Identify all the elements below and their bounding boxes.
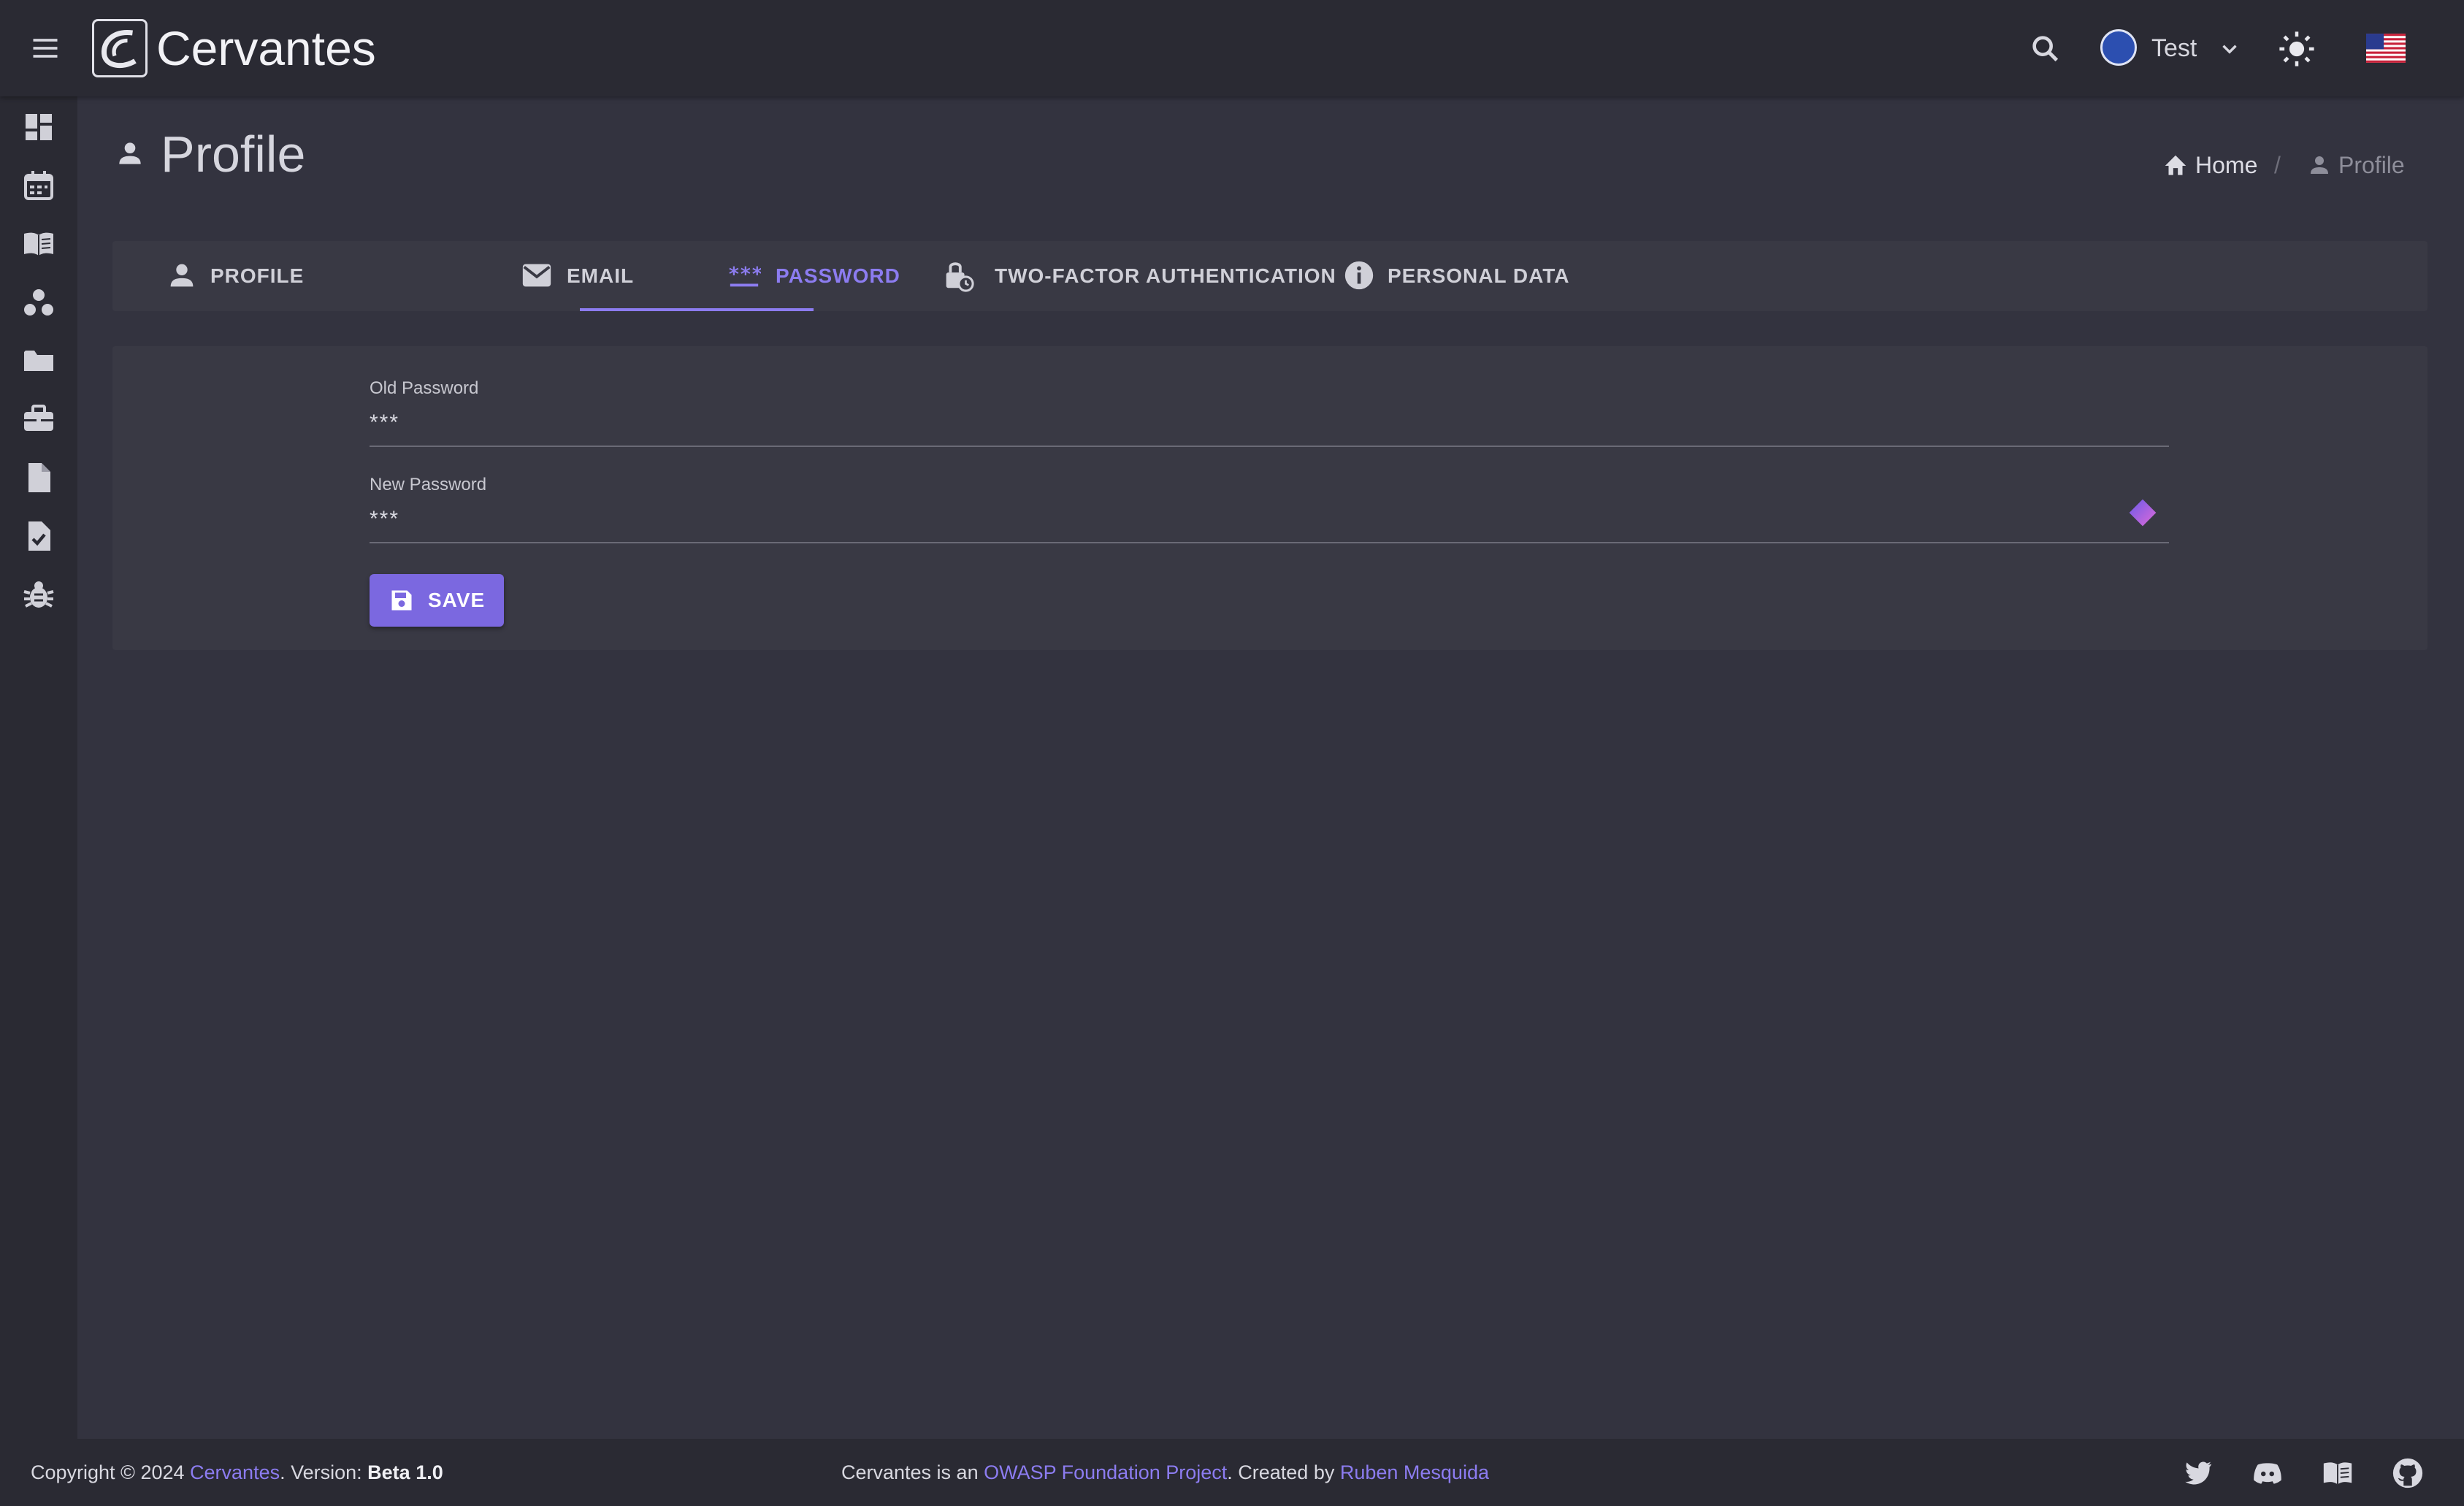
save-button-label: SAVE	[428, 589, 486, 611]
theme-toggle-icon[interactable]	[2277, 29, 2316, 69]
chevron-down-icon[interactable]	[2217, 37, 2242, 61]
created-by-text: . Created by	[1227, 1461, 1340, 1483]
new-password-input[interactable]: ***	[370, 507, 399, 532]
save-icon	[391, 590, 412, 611]
copyright-text: Copyright © 2024	[31, 1461, 191, 1483]
search-icon[interactable]	[2029, 32, 2062, 66]
sidebar	[0, 96, 77, 1439]
save-button[interactable]: SAVE	[370, 574, 504, 627]
calendar-icon[interactable]	[21, 168, 56, 203]
mail-icon	[522, 264, 551, 287]
book-icon[interactable]	[21, 226, 56, 261]
author-link[interactable]: Ruben Mesquida	[1340, 1461, 1489, 1483]
app-logo-icon[interactable]	[92, 19, 148, 77]
github-icon[interactable]	[2391, 1456, 2425, 1490]
password-form-card: Old Password *** New Password *** SAVE	[112, 346, 2427, 650]
top-app-bar: Cervantes Test	[0, 0, 2464, 96]
footer-project: Cervantes is an OWASP Foundation Project…	[841, 1439, 1489, 1506]
tab-label: PERSONAL DATA	[1388, 264, 1570, 287]
info-icon	[1344, 261, 1374, 290]
menu-icon[interactable]	[29, 32, 61, 64]
person-icon	[119, 142, 141, 164]
us-flag-icon[interactable]	[2366, 34, 2406, 63]
tab-personal-data[interactable]: PERSONAL DATA	[1208, 241, 1573, 311]
bug-icon[interactable]	[21, 577, 56, 612]
document-icon[interactable]	[21, 460, 56, 495]
discord-icon[interactable]	[2251, 1456, 2284, 1490]
version-value: Beta 1.0	[367, 1461, 443, 1483]
app-name[interactable]: Cervantes	[156, 19, 376, 77]
active-tab-indicator	[580, 308, 814, 311]
docs-book-icon[interactable]	[2321, 1456, 2354, 1490]
version-prefix: . Version:	[280, 1461, 368, 1483]
breadcrumb-separator: /	[2274, 152, 2281, 178]
new-password-label: New Password	[370, 475, 487, 494]
dashboard-icon[interactable]	[21, 110, 56, 145]
tab-email[interactable]: EMAIL	[353, 241, 633, 311]
footer-copyright: Copyright © 2024 Cervantes. Version: Bet…	[31, 1439, 443, 1506]
tab-password[interactable]: *** PASSWORD	[580, 241, 900, 311]
footer: Copyright © 2024 Cervantes. Version: Bet…	[0, 1439, 2464, 1506]
tab-bar: PROFILE EMAIL *** PASSWORD TWO-FACTOR AU…	[112, 241, 2427, 311]
person-icon	[170, 264, 194, 287]
tab-label: PROFILE	[210, 264, 305, 287]
user-name[interactable]: Test	[2151, 32, 2197, 64]
lock-icon	[946, 262, 974, 292]
group-icon[interactable]	[21, 285, 56, 320]
twitter-icon[interactable]	[2181, 1456, 2214, 1490]
person-icon	[2311, 156, 2328, 174]
home-icon[interactable]	[2162, 152, 2189, 180]
password-icon: ***	[729, 264, 761, 287]
breadcrumb-current: Profile	[2338, 152, 2405, 178]
user-avatar[interactable]	[2100, 29, 2137, 66]
old-password-input[interactable]: ***	[370, 410, 399, 435]
brand-link[interactable]: Cervantes	[190, 1461, 280, 1483]
project-prefix: Cervantes is an	[841, 1461, 984, 1483]
password-manager-icon[interactable]	[2127, 497, 2159, 529]
folder-icon[interactable]	[21, 343, 56, 378]
page-title: Profile	[161, 126, 306, 183]
old-password-label: Old Password	[370, 378, 479, 398]
task-icon[interactable]	[21, 519, 56, 554]
owasp-link[interactable]: OWASP Foundation Project	[984, 1461, 1227, 1483]
tab-profile[interactable]: PROFILE	[112, 241, 353, 311]
svg-text:***: ***	[729, 264, 761, 286]
tab-two-factor[interactable]: TWO-FACTOR AUTHENTICATION	[814, 241, 1336, 311]
breadcrumb-home[interactable]: Home	[2195, 150, 2257, 180]
new-password-underline	[370, 542, 2169, 543]
old-password-underline	[370, 446, 2169, 447]
briefcase-icon[interactable]	[21, 402, 56, 437]
